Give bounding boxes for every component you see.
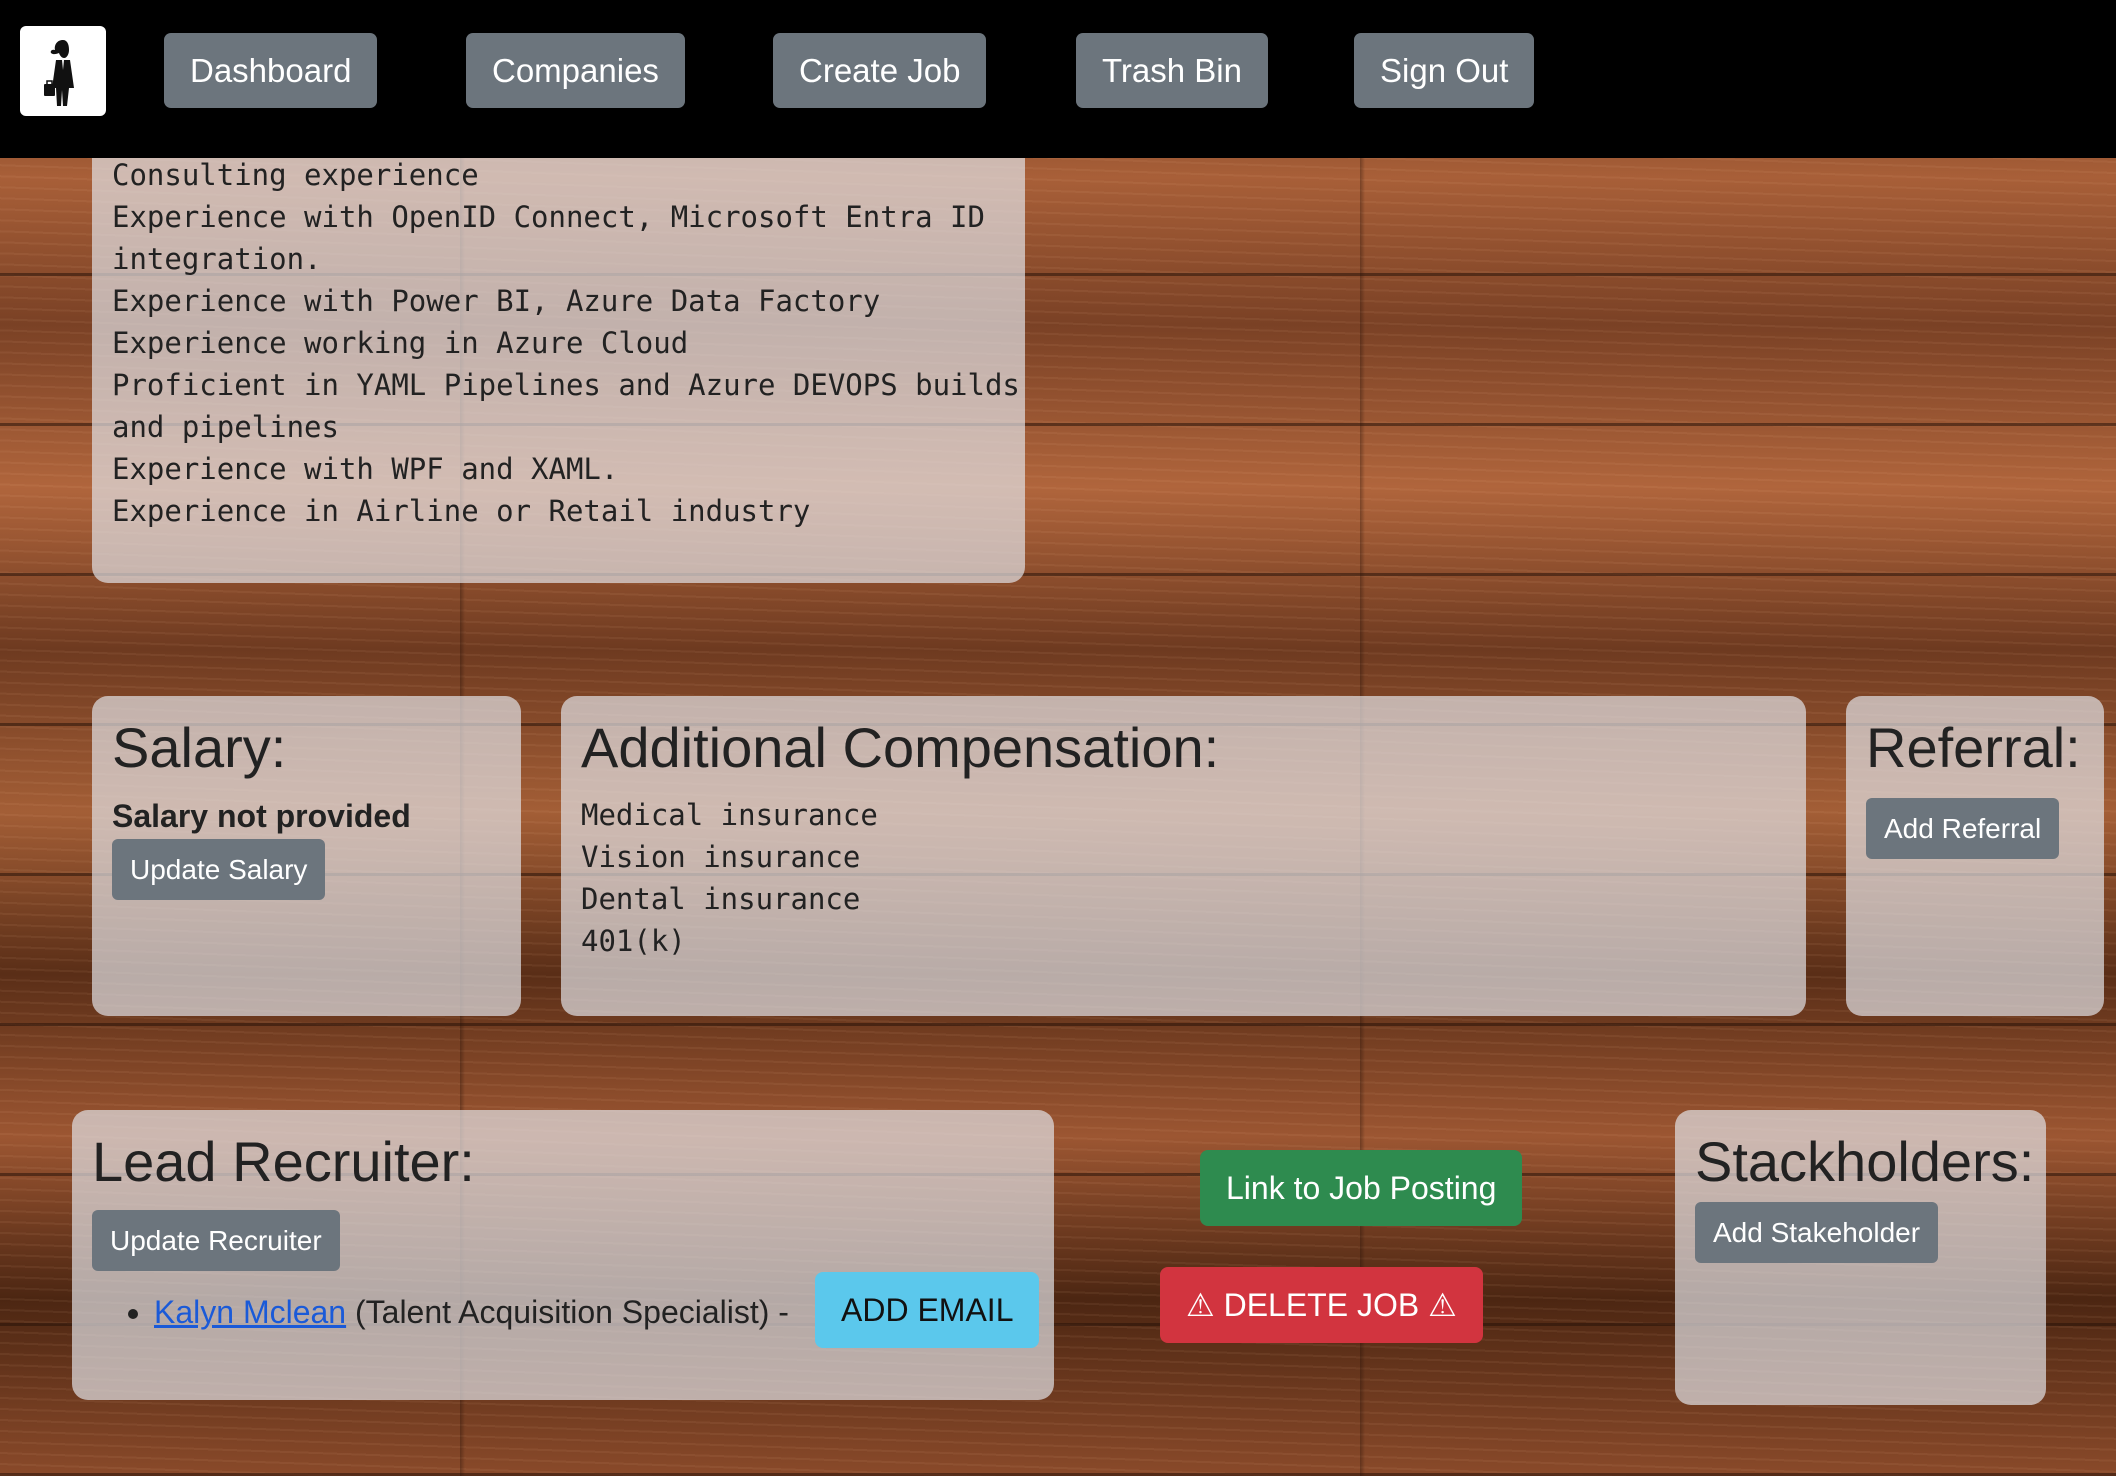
nav-trash-bin-button[interactable]: Trash Bin	[1076, 33, 1268, 108]
nav-create-job-button[interactable]: Create Job	[773, 33, 987, 108]
qualification-line: Experience in Airline or Retail industry	[112, 494, 811, 528]
add-stakeholder-button[interactable]: Add Stakeholder	[1695, 1202, 1939, 1263]
qualification-line: and pipelines	[112, 410, 339, 444]
delete-job-button[interactable]: ⚠ DELETE JOB ⚠	[1160, 1267, 1483, 1343]
referral-title: Referral:	[1866, 716, 2081, 779]
additional-compensation-card: Additional Compensation: Medical insuran…	[561, 696, 1806, 1016]
additional-compensation-title: Additional Compensation:	[581, 716, 1220, 779]
update-recruiter-button[interactable]: Update Recruiter	[92, 1210, 340, 1271]
salary-card: Salary: Salary not provided Update Salar…	[92, 696, 521, 1016]
update-salary-button[interactable]: Update Salary	[112, 839, 326, 900]
qualification-line: Consulting experience	[112, 158, 479, 192]
qualification-line: Experience with Power BI, Azure Data Fac…	[112, 284, 881, 318]
nav-dashboard-button[interactable]: Dashboard	[164, 33, 378, 108]
top-navbar: Dashboard Companies Create Job Trash Bin…	[0, 0, 2116, 158]
businessman-logo-icon[interactable]	[20, 26, 106, 116]
nav-sign-out-button[interactable]: Sign Out	[1354, 33, 1535, 108]
lead-recruiter-title: Lead Recruiter:	[92, 1130, 475, 1193]
add-email-button[interactable]: ADD EMAIL	[815, 1272, 1040, 1348]
salary-title: Salary:	[112, 716, 287, 779]
salary-not-provided-text: Salary not provided	[112, 798, 411, 834]
recruiter-role-text: (Talent Acquisition Specialist) -	[346, 1294, 789, 1330]
qualifications-card: Consulting experience Experience with Op…	[92, 120, 1025, 583]
qualification-line: Proficient in YAML Pipelines and Azure D…	[112, 368, 1020, 402]
qualification-line: Experience with OpenID Connect, Microsof…	[112, 200, 985, 234]
compensation-item: 401(k)	[581, 924, 686, 958]
qualification-line: Experience working in Azure Cloud	[112, 326, 689, 360]
nav-companies-button[interactable]: Companies	[466, 33, 685, 108]
lead-recruiter-card: Lead Recruiter: Update Recruiter Kalyn M…	[72, 1110, 1054, 1400]
qualification-line: integration.	[112, 242, 322, 276]
compensation-item: Vision insurance	[581, 840, 861, 874]
qualification-line: Experience with WPF and XAML.	[112, 452, 619, 486]
add-referral-button[interactable]: Add Referral	[1866, 798, 2060, 859]
referral-card: Referral: Add Referral	[1846, 696, 2104, 1016]
compensation-item: Dental insurance	[581, 882, 861, 916]
link-to-job-posting-button[interactable]: Link to Job Posting	[1200, 1150, 1523, 1226]
stakeholders-card: Stackholders: Add Stakeholder	[1675, 1110, 2046, 1405]
stakeholders-title: Stackholders:	[1695, 1130, 2035, 1193]
compensation-item: Medical insurance	[581, 798, 878, 832]
recruiter-name-link[interactable]: Kalyn Mclean	[154, 1294, 346, 1330]
